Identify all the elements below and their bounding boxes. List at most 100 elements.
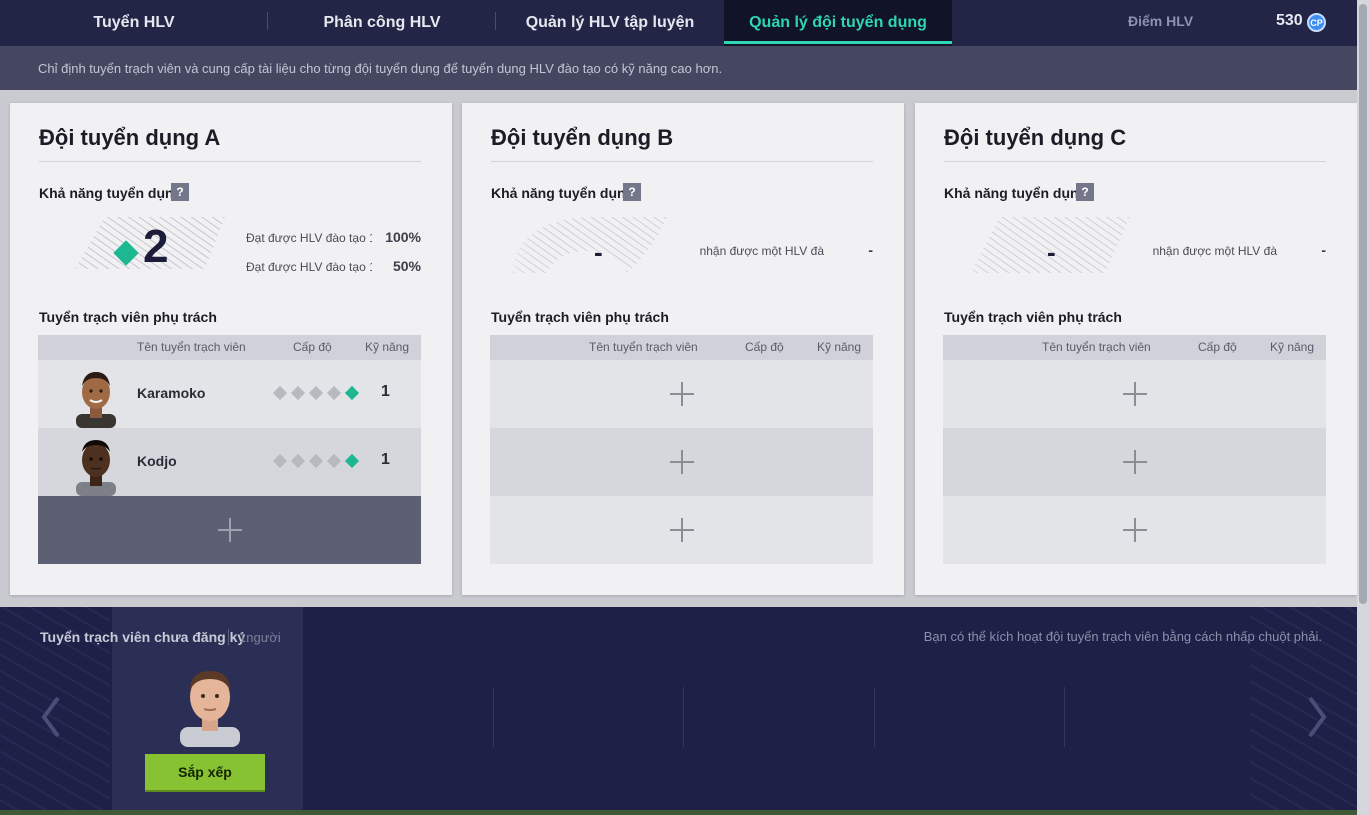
slot-divider	[683, 687, 684, 747]
capability-level: -	[930, 211, 1130, 273]
recruiter-table: Tên tuyển trạch viên Cấp độ Kỹ năng Kara…	[38, 335, 421, 564]
tab-assign-coach[interactable]: Phân công HLV	[268, 0, 496, 46]
add-scout-slot[interactable]	[490, 496, 873, 564]
plus-icon[interactable]	[1123, 382, 1147, 406]
info-bar: Chỉ định tuyển trạch viên và cung cấp tà…	[0, 46, 1369, 90]
add-scout-slot[interactable]	[943, 428, 1326, 496]
divider	[228, 629, 229, 645]
rate-value: -	[868, 242, 873, 258]
scout-name: Kodjo	[137, 453, 177, 469]
scout-name: Karamoko	[137, 385, 206, 401]
background-strip	[0, 810, 1369, 815]
unregistered-label: Tuyển trạch viên chưa đăng ký	[40, 629, 246, 645]
add-scout-slot[interactable]	[943, 496, 1326, 564]
scrollbar-thumb[interactable]	[1359, 4, 1367, 604]
team-panel-a: Đội tuyển dụng A Khả năng tuyển dụng ? 2…	[10, 103, 452, 595]
chevron-right-icon[interactable]	[1302, 692, 1332, 742]
help-icon[interactable]: ?	[623, 183, 641, 201]
slot-divider	[493, 687, 494, 747]
col-name: Tên tuyển trạch viên	[1042, 340, 1151, 354]
chevron-left-icon[interactable]	[36, 692, 66, 742]
avatar	[76, 440, 116, 496]
recruiters-label: Tuyển trạch viên phụ trách	[944, 309, 1122, 325]
level-diamond-icon	[290, 385, 306, 401]
team-panel-c: Đội tuyển dụng C Khả năng tuyển dụng ? -…	[915, 103, 1357, 595]
rate-text: ít nhận được một HLV đà	[698, 244, 824, 258]
plus-icon[interactable]	[670, 450, 694, 474]
capability-level-value: -	[594, 237, 603, 267]
divider	[39, 161, 421, 162]
col-level: Cấp độ	[1198, 340, 1237, 354]
col-skill: Kỹ năng	[1270, 340, 1315, 354]
add-scout-slot[interactable]	[38, 496, 421, 564]
info-text: Chỉ định tuyển trạch viên và cung cấp tà…	[38, 60, 723, 76]
col-name: Tên tuyển trạch viên	[137, 340, 246, 354]
cp-coin-icon: CP	[1307, 13, 1326, 32]
capability-label: Khả năng tuyển dụng	[491, 185, 635, 201]
plus-icon[interactable]	[1123, 518, 1147, 542]
rate-row: Đạt được HLV đào tạo 1 s 50%	[246, 258, 421, 276]
level-diamond-icon	[272, 385, 288, 401]
scout-skill: 1	[381, 451, 390, 468]
recruiter-table: Tên tuyển trạch viên Cấp độ Kỹ năng	[490, 335, 873, 564]
divider	[491, 161, 873, 162]
help-icon[interactable]: ?	[171, 183, 189, 201]
capability-level-value: -	[1047, 237, 1056, 267]
unregistered-count: 1người	[239, 630, 281, 645]
level-diamond-icon	[308, 453, 324, 469]
add-scout-slot[interactable]	[490, 360, 873, 428]
rate-value: -	[1321, 242, 1326, 258]
slot-divider	[1064, 687, 1065, 747]
rate-text: Đạt được HLV đào tạo 1 s	[246, 260, 372, 274]
level-diamond-icon	[344, 453, 360, 469]
coach-points-label: Điểm HLV	[1128, 13, 1194, 29]
col-skill: Kỹ năng	[817, 340, 862, 354]
recruiters-label: Tuyển trạch viên phụ trách	[491, 309, 669, 325]
scout-skill: 1	[381, 383, 390, 400]
rate-row: ít nhận được một HLV đà -	[1151, 242, 1326, 260]
capability-level: 2	[25, 211, 225, 273]
level-diamond-icon	[326, 453, 342, 469]
recruiter-table: Tên tuyển trạch viên Cấp độ Kỹ năng	[943, 335, 1326, 564]
level-diamond-icon	[290, 453, 306, 469]
tab-training-coach[interactable]: Quản lý HLV tập luyện	[496, 0, 724, 46]
plus-icon[interactable]	[670, 518, 694, 542]
level-diamond-icon	[308, 385, 324, 401]
divider	[944, 161, 1326, 162]
rate-row: ít nhận được một HLV đà -	[698, 242, 873, 260]
scout-level	[272, 453, 360, 469]
avatar	[76, 372, 116, 428]
recruiters-label: Tuyển trạch viên phụ trách	[39, 309, 217, 325]
table-header: Tên tuyển trạch viên Cấp độ Kỹ năng	[490, 335, 873, 360]
rate-value: 100%	[385, 229, 421, 245]
sort-button[interactable]: Sắp xếp	[145, 754, 265, 790]
hint-text: Bạn có thể kích hoạt đội tuyển trạch viê…	[923, 629, 1322, 644]
table-row[interactable]: Kodjo 1	[38, 428, 421, 496]
hatch-decoration	[930, 211, 1130, 273]
team-title: Đội tuyển dụng C	[944, 125, 1127, 150]
slot-divider	[874, 687, 875, 747]
capability-label: Khả năng tuyển dụng	[39, 185, 183, 201]
tab-recruit-team[interactable]: Quản lý đội tuyển dụng	[724, 0, 952, 46]
capability-label: Khả năng tuyển dụng	[944, 185, 1088, 201]
help-icon[interactable]: ?	[1076, 183, 1094, 201]
rate-row: Đạt được HLV đào tạo 1 s 100%	[246, 229, 421, 247]
add-scout-slot[interactable]	[490, 428, 873, 496]
level-diamond-icon	[326, 385, 342, 401]
table-header: Tên tuyển trạch viên Cấp độ Kỹ năng	[38, 335, 421, 360]
capability-level-value: 2	[143, 220, 169, 272]
col-name: Tên tuyển trạch viên	[589, 340, 698, 354]
avatar	[180, 671, 240, 747]
plus-icon[interactable]	[1123, 450, 1147, 474]
plus-icon[interactable]	[670, 382, 694, 406]
add-scout-slot[interactable]	[943, 360, 1326, 428]
col-level: Cấp độ	[745, 340, 784, 354]
team-title: Đội tuyển dụng B	[491, 125, 674, 150]
team-panel-b: Đội tuyển dụng B Khả năng tuyển dụng ? -…	[462, 103, 904, 595]
capability-level: -	[477, 211, 677, 273]
col-level: Cấp độ	[293, 340, 332, 354]
table-row[interactable]: Karamoko 1	[38, 360, 421, 428]
unregistered-scouts-area: Sắp xếp Tuyển trạch viên chưa đăng ký 1n…	[0, 607, 1357, 810]
tab-recruit-coach[interactable]: Tuyển HLV	[0, 0, 268, 46]
plus-icon[interactable]	[218, 518, 242, 542]
